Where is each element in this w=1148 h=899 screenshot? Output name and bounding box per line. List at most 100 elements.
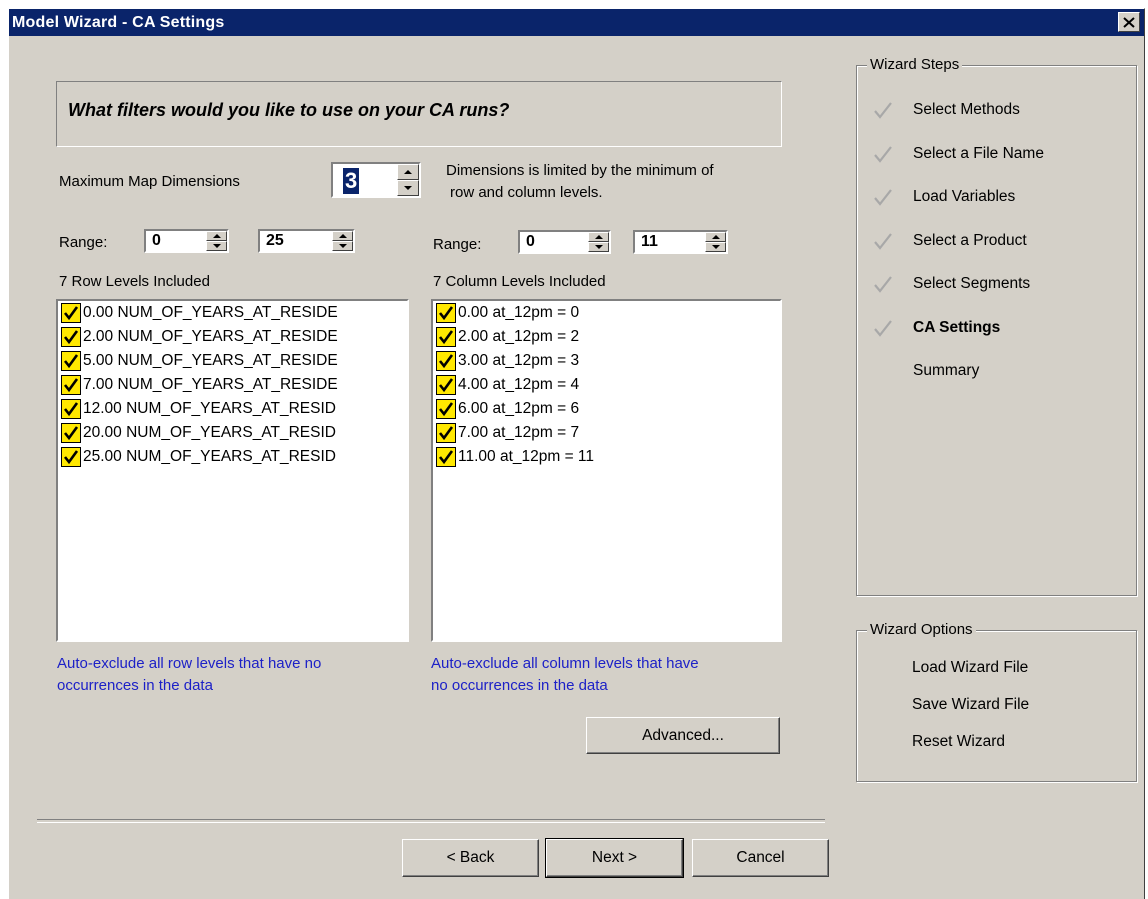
spin-up-button[interactable] <box>397 164 419 180</box>
advanced-button[interactable]: Advanced... <box>586 717 780 754</box>
column-range-label: Range: <box>433 236 482 253</box>
spin-up-button[interactable] <box>206 231 227 241</box>
level-checkbox[interactable] <box>436 375 456 395</box>
row-levels-list[interactable]: 0.00 NUM_OF_YEARS_AT_RESIDE 2.00 NUM_OF_Y… <box>56 299 409 642</box>
row-auto-exclude-link-line2[interactable]: occurrences in the data <box>57 675 213 697</box>
column-levels-list[interactable]: 0.00 at_12pm = 0 2.00 at_12pm = 2 3.00 at_… <box>431 299 782 642</box>
column-range-max-spinner[interactable]: 11 <box>633 230 728 254</box>
list-item[interactable]: 12.00 NUM_OF_YEARS_AT_RESID <box>58 397 407 421</box>
list-item[interactable]: 6.00 at_12pm = 6 <box>433 397 780 421</box>
arrow-up-icon <box>213 234 221 238</box>
max-dimensions-value[interactable]: 3 <box>343 168 360 194</box>
level-checkbox[interactable] <box>61 303 81 323</box>
spin-down-button[interactable] <box>588 242 609 252</box>
next-button[interactable]: Next > <box>545 838 684 878</box>
list-item[interactable]: 0.00 at_12pm = 0 <box>433 301 780 325</box>
checkmark-icon <box>438 426 454 441</box>
list-item[interactable]: 5.00 NUM_OF_YEARS_AT_RESIDE <box>58 349 407 373</box>
spin-down-button[interactable] <box>332 241 353 251</box>
wizard-step-item[interactable]: Select Methods <box>873 98 1020 122</box>
spin-up-button[interactable] <box>705 232 726 242</box>
separator <box>37 819 825 823</box>
question-panel: What filters would you like to use on yo… <box>56 81 782 147</box>
level-checkbox[interactable] <box>61 447 81 467</box>
list-item-label: 20.00 NUM_OF_YEARS_AT_RESID <box>83 424 336 441</box>
checkmark-icon <box>874 232 892 250</box>
spin-down-button[interactable] <box>705 242 726 252</box>
column-range-min-spinner[interactable]: 0 <box>518 230 611 254</box>
cancel-button[interactable]: Cancel <box>692 839 829 877</box>
level-checkbox[interactable] <box>436 399 456 419</box>
level-checkbox[interactable] <box>436 351 456 371</box>
dimensions-note-line2: row and column levels. <box>450 184 603 201</box>
step-check-slot <box>873 101 893 119</box>
list-item[interactable]: 7.00 NUM_OF_YEARS_AT_RESIDE <box>58 373 407 397</box>
level-checkbox[interactable] <box>61 351 81 371</box>
level-checkbox[interactable] <box>61 399 81 419</box>
wizard-step-label: Select Methods <box>913 101 1020 118</box>
list-item[interactable]: 11.00 at_12pm = 11 <box>433 445 780 469</box>
wizard-step-item[interactable]: Select a File Name <box>873 142 1044 166</box>
level-checkbox[interactable] <box>436 447 456 467</box>
list-item[interactable]: 2.00 NUM_OF_YEARS_AT_RESIDE <box>58 325 407 349</box>
checkmark-icon <box>874 189 892 206</box>
list-item[interactable]: 7.00 at_12pm = 7 <box>433 421 780 445</box>
step-check-slot <box>873 188 893 206</box>
level-checkbox[interactable] <box>436 303 456 323</box>
list-item[interactable]: 4.00 at_12pm = 4 <box>433 373 780 397</box>
column-range-min-value[interactable]: 0 <box>526 233 535 251</box>
max-dimensions-spinner[interactable]: 3 <box>331 162 421 198</box>
checkmark-icon <box>438 378 454 393</box>
checkmark-icon <box>438 330 454 345</box>
arrow-down-icon <box>595 245 603 249</box>
wizard-steps-group: Wizard Steps Select Methods Select a File… <box>856 56 1137 596</box>
wizard-steps-title: Wizard Steps <box>867 56 963 73</box>
column-auto-exclude-link-line2[interactable]: no occurrences in the data <box>431 675 608 697</box>
row-auto-exclude-link-line1[interactable]: Auto-exclude all row levels that have no <box>57 653 321 675</box>
list-item[interactable]: 25.00 NUM_OF_YEARS_AT_RESID <box>58 445 407 469</box>
list-item[interactable]: 0.00 NUM_OF_YEARS_AT_RESIDE <box>58 301 407 325</box>
wizard-option-item[interactable]: Load Wizard File <box>912 659 1028 677</box>
level-checkbox[interactable] <box>436 327 456 347</box>
column-range-max-value[interactable]: 11 <box>641 233 658 251</box>
list-item-label: 12.00 NUM_OF_YEARS_AT_RESID <box>83 400 336 417</box>
wizard-option-item[interactable]: Reset Wizard <box>912 733 1005 751</box>
row-range-label: Range: <box>59 234 108 251</box>
wizard-step-item[interactable]: CA Settings <box>873 316 1000 340</box>
title-bar[interactable]: Model Wizard - CA Settings <box>9 9 1144 36</box>
list-item[interactable]: 3.00 at_12pm = 3 <box>433 349 780 373</box>
list-item[interactable]: 2.00 at_12pm = 2 <box>433 325 780 349</box>
spin-down-button[interactable] <box>397 180 419 196</box>
close-button[interactable] <box>1118 12 1140 32</box>
level-checkbox[interactable] <box>61 375 81 395</box>
checkmark-icon <box>63 426 79 441</box>
spin-down-button[interactable] <box>206 241 227 251</box>
row-range-max-value[interactable]: 25 <box>266 232 284 250</box>
column-auto-exclude-link-line1[interactable]: Auto-exclude all column levels that have <box>431 653 699 675</box>
spin-up-button[interactable] <box>332 231 353 241</box>
checkmark-icon <box>438 354 454 369</box>
wizard-step-item[interactable]: Select Segments <box>873 272 1030 296</box>
spin-up-button[interactable] <box>588 232 609 242</box>
list-item-label: 0.00 NUM_OF_YEARS_AT_RESIDE <box>83 304 338 321</box>
arrow-down-icon <box>404 186 412 190</box>
model-wizard-window: Model Wizard - CA Settings What filters … <box>8 8 1145 899</box>
level-checkbox[interactable] <box>61 327 81 347</box>
row-range-max-spinner[interactable]: 25 <box>258 229 355 253</box>
wizard-step-label: Select a Product <box>913 231 1027 249</box>
row-range-min-value[interactable]: 0 <box>152 232 161 250</box>
list-item-label: 7.00 at_12pm = 7 <box>458 424 580 441</box>
back-button[interactable]: < Back <box>402 839 539 877</box>
list-item[interactable]: 20.00 NUM_OF_YEARS_AT_RESID <box>58 421 407 445</box>
arrow-down-icon <box>213 244 221 248</box>
list-item-label: 2.00 at_12pm = 2 <box>458 328 580 345</box>
wizard-option-item[interactable]: Save Wizard File <box>912 696 1029 714</box>
level-checkbox[interactable] <box>436 423 456 443</box>
wizard-step-item[interactable]: Select a Product <box>873 229 1027 253</box>
wizard-step-item[interactable]: Summary <box>873 359 979 383</box>
list-item-label: 5.00 NUM_OF_YEARS_AT_RESIDE <box>83 352 338 369</box>
wizard-step-item[interactable]: Load Variables <box>873 185 1015 209</box>
list-item-label: 25.00 NUM_OF_YEARS_AT_RESID <box>83 448 336 465</box>
level-checkbox[interactable] <box>61 423 81 443</box>
row-range-min-spinner[interactable]: 0 <box>144 229 229 253</box>
